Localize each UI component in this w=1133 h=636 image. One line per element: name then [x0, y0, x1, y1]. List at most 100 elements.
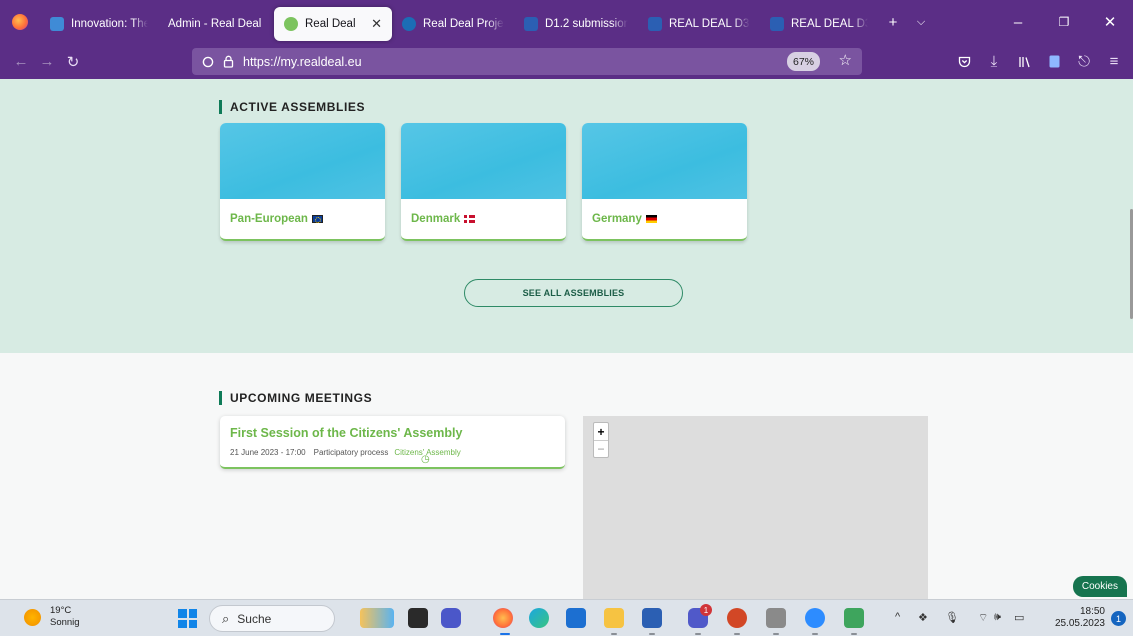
- assembly-card-germany[interactable]: Germany: [582, 123, 747, 241]
- active-assemblies-section: ACTIVE ASSEMBLIES Pan-European Denmark G…: [0, 79, 1133, 353]
- tab-label: Real Deal: [305, 18, 356, 30]
- assembly-card-image: [401, 123, 566, 199]
- assembly-card-image: [220, 123, 385, 199]
- sun-icon: [24, 608, 41, 626]
- bookmark-star-icon[interactable]: ☆: [839, 51, 852, 69]
- shield-icon[interactable]: [199, 56, 217, 68]
- see-all-assemblies-button[interactable]: SEE ALL ASSEMBLIES: [464, 279, 683, 307]
- close-window-icon[interactable]: ✕: [1087, 13, 1133, 31]
- map-zoom-control: + −: [593, 422, 609, 458]
- new-tab-icon[interactable]: +: [878, 14, 908, 31]
- dropbox-icon[interactable]: ❖: [918, 611, 928, 624]
- minimize-icon[interactable]: –: [995, 14, 1041, 31]
- tray-overflow-icon[interactable]: ^: [895, 611, 900, 623]
- windows-start-icon[interactable]: [178, 609, 197, 628]
- germany-flag-icon: [645, 215, 657, 223]
- meeting-datetime: 21 June 2023 - 17:00: [230, 448, 306, 457]
- windows-taskbar: 19°C Sonnig ⌕ Suche 1 ^ ❖ 🎙 ⌔ 🕪 ▭ 18:50 …: [0, 599, 1133, 636]
- library-icon[interactable]: [1011, 49, 1037, 75]
- running-app-indicator: [812, 633, 818, 635]
- zoom-icon[interactable]: [805, 608, 825, 628]
- battery-icon[interactable]: ▭: [1014, 611, 1024, 624]
- assembly-card-name[interactable]: Denmark: [411, 213, 476, 225]
- navigation-bar: ← → ↻ https://my.realdeal.eu 67% ☆ ⤓ ⎋ ≡: [0, 44, 1133, 79]
- lock-icon[interactable]: [219, 55, 237, 68]
- restore-icon[interactable]: ❐: [1041, 15, 1087, 29]
- address-bar[interactable]: https://my.realdeal.eu 67% ☆: [192, 48, 862, 75]
- tab-d1-2-submission[interactable]: D1.2 submission: [514, 7, 638, 41]
- tab-label: REAL DEAL D3.2D: [669, 18, 750, 30]
- taskbar-search[interactable]: ⌕ Suche: [209, 605, 335, 632]
- assembly-card-pan-european[interactable]: Pan-European: [220, 123, 385, 241]
- tab-real-deal-d3-2-b[interactable]: REAL DEAL D3.2D: [760, 7, 878, 41]
- running-app-indicator: [851, 633, 857, 635]
- running-app-indicator: [734, 633, 740, 635]
- running-app-indicator: [695, 633, 701, 635]
- firefox-menu-icon[interactable]: [0, 0, 40, 44]
- task-view-icon[interactable]: [408, 608, 428, 628]
- running-app-indicator: [773, 633, 779, 635]
- powerpoint-icon[interactable]: [727, 608, 747, 628]
- sharepoint-favicon-icon: [402, 17, 416, 31]
- tab-real-deal-project[interactable]: Real Deal Project: [392, 7, 514, 41]
- tab-label: D1.2 submission: [545, 18, 628, 30]
- notification-badge[interactable]: 1: [1111, 611, 1126, 626]
- assembly-card-denmark[interactable]: Denmark: [401, 123, 566, 241]
- running-app-indicator: [649, 633, 655, 635]
- upcoming-meetings-section: UPCOMING MEETINGS First Session of the C…: [0, 353, 1133, 599]
- file-explorer-icon[interactable]: [604, 608, 624, 628]
- teams-chat-icon[interactable]: [441, 608, 461, 628]
- reload-icon[interactable]: ↻: [60, 49, 86, 75]
- tab-real-deal-d3-2-a[interactable]: REAL DEAL D3.2D: [638, 7, 760, 41]
- map-zoom-out-button[interactable]: −: [594, 440, 608, 457]
- tab-label: Real Deal Project: [423, 18, 504, 30]
- weather-temp: 19°C: [50, 605, 72, 616]
- map-zoom-in-button[interactable]: +: [594, 423, 608, 440]
- speaker-icon[interactable]: 🕪: [994, 611, 1001, 624]
- zoom-level-badge[interactable]: 67%: [786, 52, 820, 71]
- tab-real-deal[interactable]: Real Deal ✕: [274, 7, 392, 41]
- clock-icon: ◷: [421, 454, 430, 465]
- browser-tab-strip: Innovation: The Eu Admin - Real Deal Rea…: [0, 0, 1133, 44]
- meeting-type: Participatory process: [313, 448, 389, 457]
- meeting-meta: ◷ 21 June 2023 - 17:00 Participatory pro…: [230, 448, 461, 465]
- teams-badge: 1: [700, 604, 712, 616]
- tab-label: Innovation: The Eu: [71, 18, 148, 30]
- clock-time: 18:50: [1079, 606, 1105, 617]
- wifi-icon[interactable]: ⌔: [978, 611, 988, 625]
- search-highlight-icon[interactable]: [360, 608, 394, 628]
- app-menu-icon[interactable]: ≡: [1101, 49, 1127, 75]
- globe-favicon-icon: [50, 17, 64, 31]
- cookies-button[interactable]: Cookies: [1072, 576, 1127, 597]
- pocket-icon[interactable]: [951, 49, 977, 75]
- close-tab-icon[interactable]: ✕: [371, 16, 382, 32]
- tab-innovation[interactable]: Innovation: The Eu: [40, 7, 158, 41]
- microsoft-store-icon[interactable]: [566, 608, 586, 628]
- microphone-icon[interactable]: 🎙: [945, 611, 959, 624]
- edge-icon[interactable]: [529, 608, 549, 628]
- taskbar-clock[interactable]: 18:50 25.05.2023: [1055, 606, 1105, 630]
- assembly-card-name[interactable]: Pan-European: [230, 213, 323, 225]
- forward-icon[interactable]: →: [34, 49, 60, 75]
- reader-view-icon[interactable]: [1041, 49, 1067, 75]
- meeting-map[interactable]: + −: [583, 416, 928, 599]
- weather-widget[interactable]: 19°C Sonnig: [24, 605, 80, 629]
- back-icon[interactable]: ←: [8, 49, 34, 75]
- zotero-icon[interactable]: [766, 608, 786, 628]
- firefox-icon[interactable]: [493, 608, 513, 628]
- tab-list-chevron-icon[interactable]: ⌵: [908, 16, 934, 29]
- tab-label: REAL DEAL D3.2D: [791, 18, 868, 30]
- tab-admin-real-deal[interactable]: Admin - Real Deal: [158, 7, 274, 41]
- assembly-card-image: [582, 123, 747, 199]
- downloads-icon[interactable]: ⤓: [981, 49, 1007, 75]
- meeting-title[interactable]: First Session of the Citizens' Assembly: [230, 426, 462, 440]
- meeting-card[interactable]: First Session of the Citizens' Assembly …: [220, 416, 565, 469]
- section-title: UPCOMING MEETINGS: [219, 391, 372, 405]
- assembly-card-name[interactable]: Germany: [592, 213, 657, 225]
- notepad-icon[interactable]: [844, 608, 864, 628]
- share-icon[interactable]: ⎋: [1071, 49, 1097, 75]
- web-page: ACTIVE ASSEMBLIES Pan-European Denmark G…: [0, 79, 1133, 599]
- word-favicon-icon: [770, 17, 784, 31]
- word-icon[interactable]: [642, 608, 662, 628]
- search-icon: ⌕: [222, 610, 230, 626]
